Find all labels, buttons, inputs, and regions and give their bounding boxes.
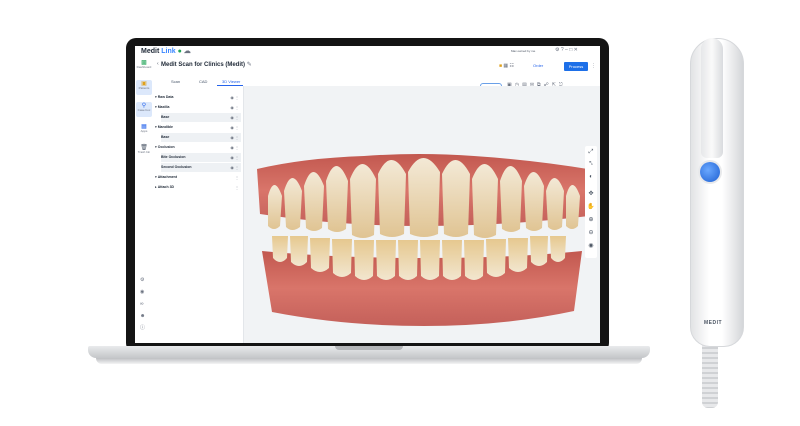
edit-icon[interactable]: ✎: [247, 62, 252, 68]
move-icon[interactable]: ✥: [585, 189, 597, 200]
tree-group-attachment[interactable]: ▾ Attachment ⋮: [155, 173, 241, 182]
tree-group-raw-data[interactable]: ▾ Raw Data ◉ ⋮: [155, 93, 241, 102]
view-shrink-icon[interactable]: ⤣: [585, 159, 597, 170]
tab-3d-viewer[interactable]: 3D Viewer: [222, 79, 240, 84]
order-button[interactable]: Order: [533, 63, 543, 68]
color-palette-icon[interactable]: ◉: [585, 241, 597, 252]
case-title: Medit Scan for Clinics (Medit) ✎: [161, 62, 252, 68]
eye-icon[interactable]: ◉ ⋮: [230, 93, 239, 102]
pan-hand-icon[interactable]: ✋: [585, 202, 597, 213]
wifi-icon: ●: [177, 48, 182, 55]
scanner-brand-label: MEDIT: [704, 320, 723, 326]
tree-item-bite-occlusion[interactable]: Bite Occlusion ◉ ⋮: [161, 153, 241, 162]
scanner-button: [700, 162, 720, 182]
nav-trash-bin[interactable]: 🗑 Trash bin: [136, 144, 152, 159]
laptop-notch: [335, 346, 403, 350]
zoom-in-icon[interactable]: ⊕: [585, 215, 597, 226]
eye-icon[interactable]: ◉ ⋮: [230, 143, 239, 152]
laptop-shadow: [96, 358, 642, 364]
tab-cad[interactable]: CAD: [199, 79, 207, 84]
cloud-icon: ☁: [183, 48, 191, 55]
scanner-tip: [701, 38, 723, 158]
view-expand-icon[interactable]: ⤢: [585, 147, 597, 158]
laptop-screen: Medit Link ● ☁ Max owned by me ⚙ ? – □ ✕…: [135, 46, 600, 343]
eye-icon[interactable]: ◉ ⋮: [230, 103, 239, 112]
user-icon[interactable]: ☻: [140, 310, 145, 322]
settings-icon[interactable]: ⚙: [140, 274, 145, 286]
tree-group-occlusion[interactable]: ▾ Occlusion ◉ ⋮: [155, 143, 241, 152]
eye-icon[interactable]: ◉ ⋮: [230, 163, 239, 172]
window-controls[interactable]: ⚙ ? – □ ✕: [555, 47, 578, 53]
minimize-icon[interactable]: –: [565, 47, 568, 53]
tree-group-maxilla[interactable]: ▾ Maxilla ◉ ⋮: [155, 103, 241, 112]
tree-group-attach-3d[interactable]: ▸ Attach 3D ⋮: [155, 183, 241, 192]
more-icon[interactable]: ⋮: [235, 173, 239, 182]
nav-bottom-tools: ⚙ ◉ ∞ ☻ ⓘ: [140, 274, 145, 334]
help-icon[interactable]: ?: [561, 47, 564, 53]
back-icon[interactable]: ‹: [157, 61, 159, 67]
tree-item-second-occlusion[interactable]: Second Occlusion ◉ ⋮: [161, 163, 241, 172]
header-icons: ■ ▦ ☷: [499, 63, 514, 69]
more-icon[interactable]: ⋮: [591, 63, 596, 69]
nav-apps[interactable]: ▦ Apps: [136, 123, 152, 138]
view-sphere-icon[interactable]: ◐: [585, 172, 597, 183]
nav-dashboard[interactable]: ▩ Dashboard: [136, 59, 152, 74]
process-button[interactable]: Process: [564, 62, 588, 71]
nav-patients[interactable]: ▣ Patients: [136, 80, 152, 95]
app-logo: Medit Link ● ☁: [141, 48, 191, 55]
3d-viewport[interactable]: [244, 86, 600, 343]
tree-item-mandible-base[interactable]: Base ◉ ⋮: [161, 133, 241, 142]
tag-icon[interactable]: ■: [499, 63, 502, 69]
eye-icon[interactable]: ◉ ⋮: [230, 123, 239, 132]
info-icon[interactable]: ⓘ: [140, 322, 145, 334]
eye-icon[interactable]: ◉ ⋮: [230, 113, 239, 122]
scanner-cable: [702, 344, 718, 408]
settings-icon[interactable]: ⚙: [555, 47, 559, 53]
eye-icon[interactable]: ◉ ⋮: [230, 153, 239, 162]
scanner-icon[interactable]: ☷: [510, 63, 514, 69]
tree-group-mandible[interactable]: ▾ Mandible ◉ ⋮: [155, 123, 241, 132]
dental-model-render: [257, 154, 594, 326]
link-icon[interactable]: ∞: [140, 298, 145, 310]
maximize-icon[interactable]: □: [569, 47, 572, 53]
nav-case-box[interactable]: ⚲ Case box: [136, 102, 152, 117]
database-user: Max owned by me: [511, 49, 536, 53]
grid-icon[interactable]: ▦: [503, 63, 508, 69]
more-icon[interactable]: ⋮: [235, 183, 239, 192]
tab-scan[interactable]: Scan: [171, 79, 180, 84]
tree-item-maxilla-base[interactable]: Base ◉ ⋮: [161, 113, 241, 122]
eye-icon[interactable]: ◉ ⋮: [230, 133, 239, 142]
camera-icon[interactable]: ◉: [140, 286, 145, 298]
close-icon[interactable]: ✕: [574, 47, 578, 53]
zoom-out-icon[interactable]: ⊖: [585, 228, 597, 239]
